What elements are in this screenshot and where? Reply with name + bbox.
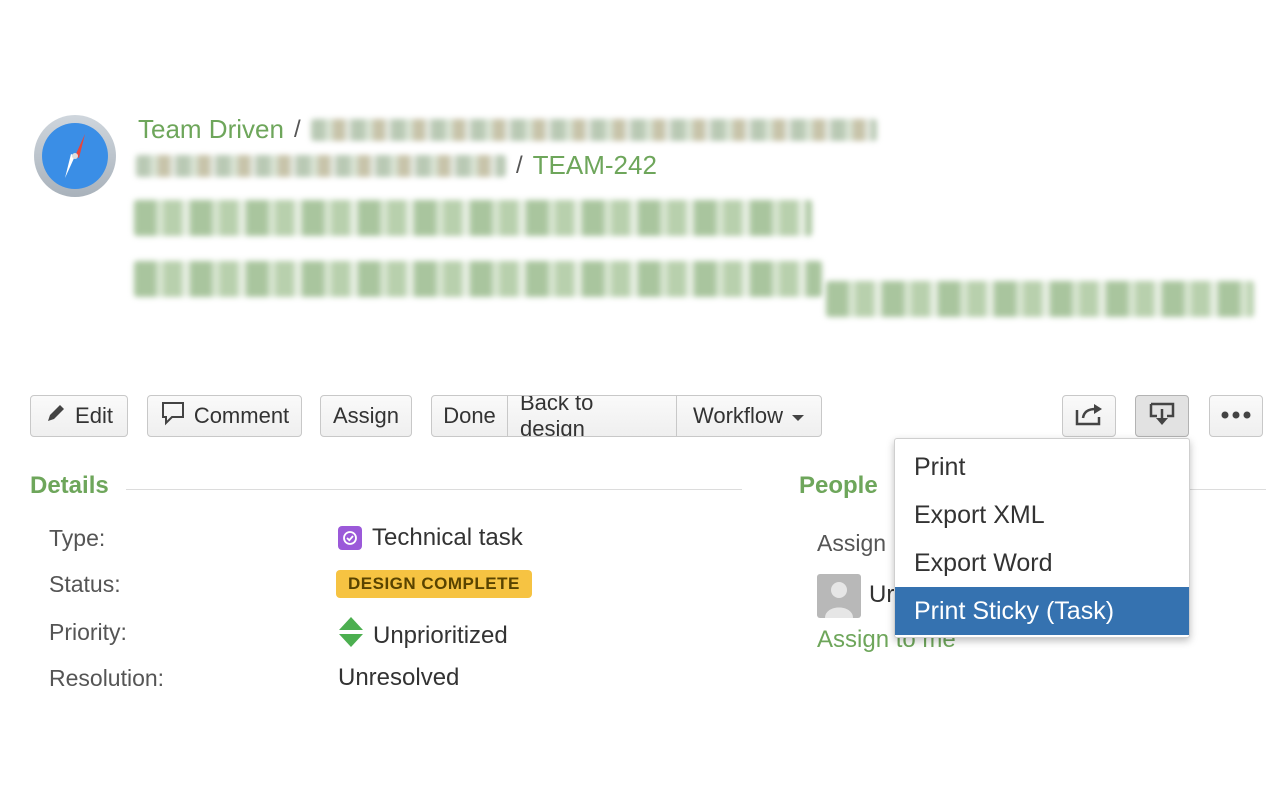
edit-button[interactable]: Edit [30,395,128,437]
people-divider [1190,489,1266,490]
menu-item-print[interactable]: Print [895,443,1189,491]
workflow-label: Workflow [692,403,784,428]
details-divider [126,489,742,490]
comment-label: Comment [193,403,290,428]
project-avatar[interactable] [34,115,116,197]
resolution-value: Unresolved [338,664,459,692]
workflow-button-group: Done Back to design Workflow [431,395,822,437]
menu-item-export-xml[interactable]: Export XML [895,491,1189,539]
priority-value-text: Unprioritized [373,621,508,649]
unprioritized-icon [339,617,363,654]
caret-down-icon [791,403,805,429]
breadcrumb-separator-2: / [516,151,523,179]
share-button[interactable] [1062,395,1116,437]
breadcrumb-separator: / [293,115,301,143]
breadcrumb-line-2: / TEAM-242 [136,150,657,181]
menu-item-print-sticky-task[interactable]: Print Sticky (Task) [895,587,1189,635]
resolution-value-text: Unresolved [338,664,460,691]
export-dropdown-menu: Print Export XML Export Word Print Stick… [894,438,1190,638]
redacted-parent-summary-cont[interactable] [136,154,506,177]
status-label: Status: [49,571,121,597]
export-button[interactable] [1135,395,1189,437]
assign-button[interactable]: Assign [320,395,412,437]
speech-bubble-icon [160,400,186,432]
assignee-label: Assign [817,530,887,556]
technical-task-icon [338,526,362,550]
edit-label: Edit [75,403,113,428]
compass-icon [42,123,108,189]
menu-item-export-word[interactable]: Export Word [895,539,1189,587]
done-label: Done [443,403,496,428]
details-heading: Details [30,472,109,499]
type-value-text: Technical task [372,524,523,551]
back-to-design-label: Back to design [520,395,594,437]
status-value: DESIGN COMPLETE [336,570,532,598]
redacted-summary-line-1 [134,200,812,236]
resolution-label: Resolution: [49,665,165,691]
breadcrumb: Team Driven / [138,114,877,145]
pencil-icon [45,402,67,430]
breadcrumb-project-link[interactable]: Team Driven [138,114,284,145]
more-actions-button[interactable] [1209,395,1263,437]
export-icon [1148,401,1176,432]
redacted-summary-line-2 [134,261,822,297]
back-to-design-button[interactable]: Back to design [508,396,677,436]
ellipsis-icon [1220,407,1252,425]
type-label: Type: [49,525,106,551]
issue-summary[interactable] [134,200,1280,322]
unassigned-avatar [817,574,861,618]
comment-button[interactable]: Comment [147,395,302,437]
share-icon [1074,401,1104,432]
assignee-value: Ur [869,581,895,608]
workflow-dropdown-button[interactable]: Workflow [677,396,821,436]
done-button[interactable]: Done [432,396,508,436]
people-heading: People [799,472,878,499]
priority-value: Unprioritized [339,617,508,654]
redacted-summary-line-3 [826,281,1255,317]
redacted-parent-summary[interactable] [310,118,877,141]
priority-label: Priority: [49,619,127,645]
status-badge: DESIGN COMPLETE [336,570,532,598]
type-value: Technical task [338,524,523,552]
assign-label: Assign [332,403,400,428]
issue-key-link[interactable]: TEAM-242 [533,150,657,181]
